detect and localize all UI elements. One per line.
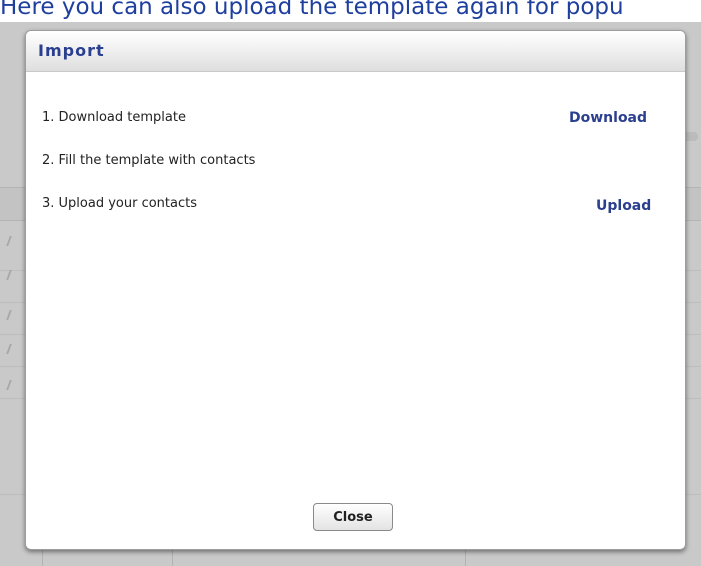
dialog-header: Import — [26, 31, 685, 72]
page: Here you can also upload the template ag… — [0, 0, 701, 566]
step-download-template: 1. Download template — [42, 110, 186, 125]
instruction-caption: Here you can also upload the template ag… — [0, 0, 624, 20]
step-upload-contacts: 3. Upload your contacts — [42, 196, 198, 211]
dialog-title: Import — [38, 41, 105, 60]
background-row-marker — [0, 236, 12, 246]
background-row-marker — [0, 380, 12, 390]
download-link[interactable]: Download — [569, 110, 647, 126]
background-row-marker — [0, 344, 12, 354]
background-row-marker — [0, 270, 12, 280]
dialog-body: 1. Download template Download 2. Fill th… — [26, 72, 685, 549]
import-dialog: Import 1. Download template Download 2. … — [25, 30, 686, 550]
background-row-marker — [0, 310, 12, 320]
step-fill-template: 2. Fill the template with contacts — [42, 153, 256, 168]
upload-link[interactable]: Upload — [596, 198, 651, 214]
close-button[interactable]: Close — [313, 503, 393, 531]
